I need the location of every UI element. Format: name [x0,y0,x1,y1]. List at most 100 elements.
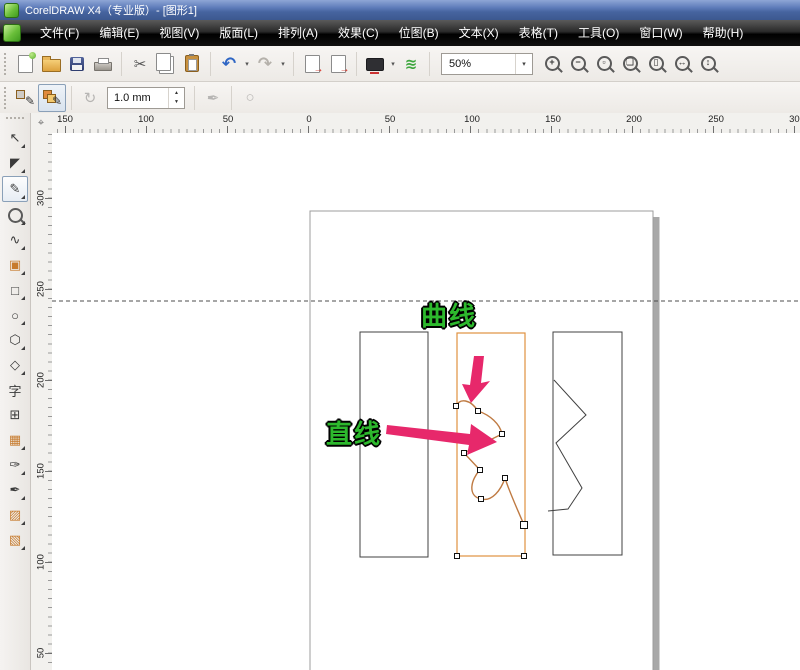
ruler-label: 150 [57,114,73,125]
copy-button[interactable] [153,51,179,77]
menu-table[interactable]: 表格(T) [509,20,568,46]
toolbar-grip[interactable] [4,52,6,75]
horizontal-ruler[interactable]: 150 100 50 0 50 100 150 200 250 300 [52,113,800,134]
menu-text[interactable]: 文本(X) [449,20,509,46]
menu-view[interactable]: 视图(V) [149,20,209,46]
new-document-button[interactable] [12,51,38,77]
drawing-canvas[interactable]: 曲线 直线 [52,133,800,670]
zoom-to-all-objects-button[interactable]: ❏ [617,51,643,77]
zoom-to-page-button[interactable]: ▯ [643,51,669,77]
export-button[interactable]: → [325,51,351,77]
save-button[interactable] [64,51,90,77]
freehand-smoothing-button[interactable]: ✎ [12,85,38,111]
undo-button[interactable]: ↶ [216,51,242,77]
spinner[interactable]: ▲ ▼ [168,87,184,108]
smart-drawing-tool[interactable]: ∿ [3,228,27,252]
zoom-out-button[interactable]: − [565,51,591,77]
canvas-artwork[interactable] [52,133,800,670]
spin-down-icon[interactable]: ▼ [174,99,179,105]
redo-button[interactable]: ↷ [252,51,278,77]
ruler-label: 150 [545,114,561,125]
zoom-in-button[interactable]: + [539,51,565,77]
welcome-screen-button[interactable]: ≋ [398,51,424,77]
application-launcher-button[interactable] [362,51,388,77]
eyedropper-tool[interactable]: ✑ [3,453,27,477]
shape-recognition-button[interactable]: ✎ [38,83,66,112]
pen-pressure-button[interactable]: ✒ [200,85,226,111]
paste-button[interactable] [179,51,205,77]
menu-effects[interactable]: 效果(C) [328,20,389,46]
close-curve-button[interactable]: ↻ [77,85,103,111]
menu-edit[interactable]: 编辑(E) [89,20,149,46]
shape-tool[interactable]: ◤ [3,151,27,175]
cut-icon: ✂ [133,55,147,73]
property-bar-grip[interactable] [4,86,6,109]
smart-fill-tool[interactable]: ▣ [3,253,27,277]
basic-shapes-tool[interactable]: ◇ [3,353,27,377]
ruler-origin[interactable]: ⌖ [30,113,53,134]
ellipse-tool[interactable]: ○ [3,303,27,327]
ruler-label: 100 [138,114,154,125]
menu-tools[interactable]: 工具(O) [568,20,629,46]
property-bar-separator [231,85,232,110]
menu-layout[interactable]: 版面(L) [209,20,268,46]
new-document-icon [17,51,36,73]
zoom-to-page-height-button[interactable]: ↕ [695,51,721,77]
zoom-to-selection-button[interactable]: ▫ [591,51,617,77]
document-icon[interactable] [3,24,21,42]
print-icon [94,58,112,71]
chevron-down-icon[interactable]: ▾ [515,53,532,74]
ellipse-preset-button[interactable]: ○ [237,85,263,111]
menu-window[interactable]: 窗口(W) [629,20,692,46]
text-tool[interactable]: 字 [3,378,27,402]
import-button[interactable]: → [299,51,325,77]
outline-pen-tool[interactable]: ✒ [3,478,27,502]
cut-button[interactable]: ✂ [127,51,153,77]
menu-bar: 文件(F) 编辑(E) 视图(V) 版面(L) 排列(A) 效果(C) 位图(B… [0,20,800,46]
zoom-in-icon: + [544,56,560,71]
freehand-tool[interactable]: ✎ [2,176,28,202]
undo-dropdown[interactable]: ▾ [242,60,252,68]
corner-node[interactable] [454,553,460,559]
zoom-to-page-width-button[interactable]: ↔ [669,51,695,77]
curve-node[interactable] [453,403,459,409]
polygon-icon: ⬡ [9,332,21,347]
curve-node[interactable] [461,450,467,456]
curve-node[interactable] [477,467,483,473]
rectangle-tool[interactable]: □ [3,278,27,302]
menu-help[interactable]: 帮助(H) [693,20,754,46]
redo-dropdown[interactable]: ▾ [278,60,288,68]
application-launcher-dropdown[interactable]: ▾ [388,60,398,68]
curve-node[interactable] [478,496,484,502]
ruler-label: 200 [35,372,47,388]
menu-arrange[interactable]: 排列(A) [268,20,328,46]
vertical-ruler[interactable]: 300 250 200 150 100 50 [30,133,53,670]
curve-node[interactable] [502,475,508,481]
zoom-level-combobox[interactable]: 50% ▾ [441,52,533,75]
page-shadow [653,217,660,670]
toolbox-grip[interactable] [6,117,24,123]
curve-node[interactable] [499,431,505,437]
menu-bitmaps[interactable]: 位图(B) [389,20,449,46]
coreldraw-window: { "window": { "title": "CorelDRAW X4（专业版… [0,0,800,670]
corner-node[interactable] [521,553,527,559]
smart-fill-icon: ▣ [8,257,22,272]
export-icon: → [330,54,350,74]
close-curve-icon: ↻ [83,89,97,107]
blend-tool[interactable]: ▦ [3,428,27,452]
paste-icon [185,54,199,72]
ruler-label: 50 [384,114,396,125]
polygon-tool[interactable]: ⬡ [3,328,27,352]
zoom-tool[interactable] [3,203,27,227]
menu-file[interactable]: 文件(F) [30,20,89,46]
print-button[interactable] [90,51,116,77]
spin-up-icon[interactable]: ▲ [174,90,179,96]
pick-tool[interactable]: ↖ [3,126,27,150]
interactive-fill-tool[interactable]: ▧ [3,528,27,552]
table-tool[interactable]: ⊞ [3,403,27,427]
outline-width-field[interactable]: 1.0 mm ▲ ▼ [107,86,185,109]
open-button[interactable] [38,51,64,77]
curve-end-node[interactable] [520,521,528,529]
fill-tool[interactable]: ▨ [3,503,27,527]
curve-node[interactable] [475,408,481,414]
